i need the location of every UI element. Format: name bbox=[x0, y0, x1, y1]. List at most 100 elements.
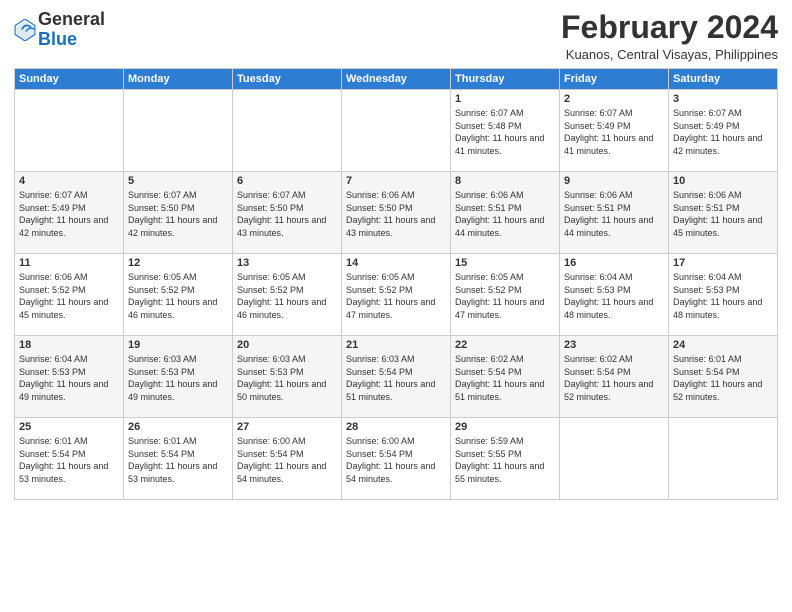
day-info: Sunrise: 6:07 AMSunset: 5:50 PMDaylight:… bbox=[128, 189, 228, 239]
day-number: 16 bbox=[564, 257, 664, 269]
logo-blue-text: Blue bbox=[38, 29, 77, 49]
calendar-cell bbox=[342, 90, 451, 172]
day-info: Sunrise: 6:06 AMSunset: 5:51 PMDaylight:… bbox=[564, 189, 664, 239]
day-info: Sunrise: 6:00 AMSunset: 5:54 PMDaylight:… bbox=[346, 435, 446, 485]
calendar-cell: 29 Sunrise: 5:59 AMSunset: 5:55 PMDayligh… bbox=[451, 418, 560, 500]
calendar-cell: 16 Sunrise: 6:04 AMSunset: 5:53 PMDayligh… bbox=[560, 254, 669, 336]
location: Kuanos, Central Visayas, Philippines bbox=[561, 47, 778, 62]
day-info: Sunrise: 6:02 AMSunset: 5:54 PMDaylight:… bbox=[564, 353, 664, 403]
day-number: 6 bbox=[237, 175, 337, 187]
calendar-cell: 12Sunrise: 6:05 AMSunset: 5:52 PMDayligh… bbox=[124, 254, 233, 336]
day-number: 24 bbox=[673, 339, 773, 351]
day-info: Sunrise: 6:07 AMSunset: 5:49 PMDaylight:… bbox=[19, 189, 119, 239]
day-number: 27 bbox=[237, 421, 337, 433]
calendar-week-0: 1 Sunrise: 6:07 AMSunset: 5:48 PMDaylight… bbox=[15, 90, 778, 172]
day-number: 18 bbox=[19, 339, 119, 351]
day-number: 12 bbox=[128, 257, 228, 269]
day-number: 21 bbox=[346, 339, 446, 351]
calendar-cell: 17Sunrise: 6:04 AMSunset: 5:53 PMDayligh… bbox=[669, 254, 778, 336]
day-number: 29 bbox=[455, 421, 555, 433]
day-info: Sunrise: 6:01 AMSunset: 5:54 PMDaylight:… bbox=[19, 435, 119, 485]
logo-text: General Blue bbox=[38, 10, 105, 50]
calendar-cell bbox=[669, 418, 778, 500]
calendar-cell bbox=[124, 90, 233, 172]
calendar-cell: 24 Sunrise: 6:01 AMSunset: 5:54 PMDayligh… bbox=[669, 336, 778, 418]
day-info: Sunrise: 6:01 AMSunset: 5:54 PMDaylight:… bbox=[673, 353, 773, 403]
day-info: Sunrise: 6:03 AMSunset: 5:54 PMDaylight:… bbox=[346, 353, 446, 403]
calendar-body: 1 Sunrise: 6:07 AMSunset: 5:48 PMDaylight… bbox=[15, 90, 778, 500]
day-info: Sunrise: 6:05 AMSunset: 5:52 PMDaylight:… bbox=[346, 271, 446, 321]
day-info: Sunrise: 6:03 AMSunset: 5:53 PMDaylight:… bbox=[128, 353, 228, 403]
calendar-cell: 15 Sunrise: 6:05 AMSunset: 5:52 PMDayligh… bbox=[451, 254, 560, 336]
col-saturday: Saturday bbox=[669, 69, 778, 90]
calendar-week-3: 18 Sunrise: 6:04 AMSunset: 5:53 PMDayligh… bbox=[15, 336, 778, 418]
calendar-cell: 3Sunrise: 6:07 AMSunset: 5:49 PMDaylight… bbox=[669, 90, 778, 172]
day-info: Sunrise: 5:59 AMSunset: 5:55 PMDaylight:… bbox=[455, 435, 555, 485]
col-sunday: Sunday bbox=[15, 69, 124, 90]
title-block: February 2024 Kuanos, Central Visayas, P… bbox=[561, 10, 778, 62]
day-info: Sunrise: 6:01 AMSunset: 5:54 PMDaylight:… bbox=[128, 435, 228, 485]
day-number: 10 bbox=[673, 175, 773, 187]
calendar-cell: 8 Sunrise: 6:06 AMSunset: 5:51 PMDaylight… bbox=[451, 172, 560, 254]
day-number: 8 bbox=[455, 175, 555, 187]
day-info: Sunrise: 6:04 AMSunset: 5:53 PMDaylight:… bbox=[673, 271, 773, 321]
header-row: Sunday Monday Tuesday Wednesday Thursday… bbox=[15, 69, 778, 90]
day-info: Sunrise: 6:06 AMSunset: 5:51 PMDaylight:… bbox=[673, 189, 773, 239]
day-number: 15 bbox=[455, 257, 555, 269]
day-number: 23 bbox=[564, 339, 664, 351]
month-title: February 2024 bbox=[561, 10, 778, 45]
day-info: Sunrise: 6:04 AMSunset: 5:53 PMDaylight:… bbox=[564, 271, 664, 321]
day-info: Sunrise: 6:05 AMSunset: 5:52 PMDaylight:… bbox=[237, 271, 337, 321]
col-tuesday: Tuesday bbox=[233, 69, 342, 90]
col-thursday: Thursday bbox=[451, 69, 560, 90]
calendar-cell: 14 Sunrise: 6:05 AMSunset: 5:52 PMDayligh… bbox=[342, 254, 451, 336]
day-info: Sunrise: 6:04 AMSunset: 5:53 PMDaylight:… bbox=[19, 353, 119, 403]
calendar-cell: 25 Sunrise: 6:01 AMSunset: 5:54 PMDayligh… bbox=[15, 418, 124, 500]
day-info: Sunrise: 6:07 AMSunset: 5:48 PMDaylight:… bbox=[455, 107, 555, 157]
calendar-cell: 21 Sunrise: 6:03 AMSunset: 5:54 PMDayligh… bbox=[342, 336, 451, 418]
calendar-cell: 23 Sunrise: 6:02 AMSunset: 5:54 PMDayligh… bbox=[560, 336, 669, 418]
day-number: 25 bbox=[19, 421, 119, 433]
calendar-cell: 19 Sunrise: 6:03 AMSunset: 5:53 PMDayligh… bbox=[124, 336, 233, 418]
day-number: 4 bbox=[19, 175, 119, 187]
calendar-cell: 9 Sunrise: 6:06 AMSunset: 5:51 PMDaylight… bbox=[560, 172, 669, 254]
col-monday: Monday bbox=[124, 69, 233, 90]
calendar-week-1: 4 Sunrise: 6:07 AMSunset: 5:49 PMDaylight… bbox=[15, 172, 778, 254]
calendar-cell: 4 Sunrise: 6:07 AMSunset: 5:49 PMDaylight… bbox=[15, 172, 124, 254]
calendar-cell: 6 Sunrise: 6:07 AMSunset: 5:50 PMDaylight… bbox=[233, 172, 342, 254]
calendar-cell: 5 Sunrise: 6:07 AMSunset: 5:50 PMDaylight… bbox=[124, 172, 233, 254]
day-info: Sunrise: 6:00 AMSunset: 5:54 PMDaylight:… bbox=[237, 435, 337, 485]
day-info: Sunrise: 6:06 AMSunset: 5:51 PMDaylight:… bbox=[455, 189, 555, 239]
day-number: 1 bbox=[455, 93, 555, 105]
logo-general-text: General bbox=[38, 9, 105, 29]
day-number: 2 bbox=[564, 93, 664, 105]
day-number: 26 bbox=[128, 421, 228, 433]
day-info: Sunrise: 6:06 AMSunset: 5:50 PMDaylight:… bbox=[346, 189, 446, 239]
col-friday: Friday bbox=[560, 69, 669, 90]
calendar-cell: 18 Sunrise: 6:04 AMSunset: 5:53 PMDayligh… bbox=[15, 336, 124, 418]
calendar-cell: 11Sunrise: 6:06 AMSunset: 5:52 PMDayligh… bbox=[15, 254, 124, 336]
calendar-cell bbox=[15, 90, 124, 172]
day-number: 19 bbox=[128, 339, 228, 351]
calendar-cell: 28 Sunrise: 6:00 AMSunset: 5:54 PMDayligh… bbox=[342, 418, 451, 500]
calendar-week-4: 25 Sunrise: 6:01 AMSunset: 5:54 PMDayligh… bbox=[15, 418, 778, 500]
day-info: Sunrise: 6:07 AMSunset: 5:49 PMDaylight:… bbox=[673, 107, 773, 157]
calendar-week-2: 11Sunrise: 6:06 AMSunset: 5:52 PMDayligh… bbox=[15, 254, 778, 336]
day-info: Sunrise: 6:07 AMSunset: 5:50 PMDaylight:… bbox=[237, 189, 337, 239]
day-info: Sunrise: 6:06 AMSunset: 5:52 PMDaylight:… bbox=[19, 271, 119, 321]
calendar-cell: 10 Sunrise: 6:06 AMSunset: 5:51 PMDayligh… bbox=[669, 172, 778, 254]
day-number: 5 bbox=[128, 175, 228, 187]
calendar-cell bbox=[233, 90, 342, 172]
calendar-table: Sunday Monday Tuesday Wednesday Thursday… bbox=[14, 68, 778, 500]
day-number: 28 bbox=[346, 421, 446, 433]
day-number: 20 bbox=[237, 339, 337, 351]
day-number: 9 bbox=[564, 175, 664, 187]
day-number: 22 bbox=[455, 339, 555, 351]
calendar-cell: 13Sunrise: 6:05 AMSunset: 5:52 PMDayligh… bbox=[233, 254, 342, 336]
calendar-cell bbox=[560, 418, 669, 500]
calendar-cell: 20Sunrise: 6:03 AMSunset: 5:53 PMDayligh… bbox=[233, 336, 342, 418]
calendar-cell: 27 Sunrise: 6:00 AMSunset: 5:54 PMDayligh… bbox=[233, 418, 342, 500]
day-info: Sunrise: 6:05 AMSunset: 5:52 PMDaylight:… bbox=[455, 271, 555, 321]
calendar-cell: 7Sunrise: 6:06 AMSunset: 5:50 PMDaylight… bbox=[342, 172, 451, 254]
day-number: 14 bbox=[346, 257, 446, 269]
